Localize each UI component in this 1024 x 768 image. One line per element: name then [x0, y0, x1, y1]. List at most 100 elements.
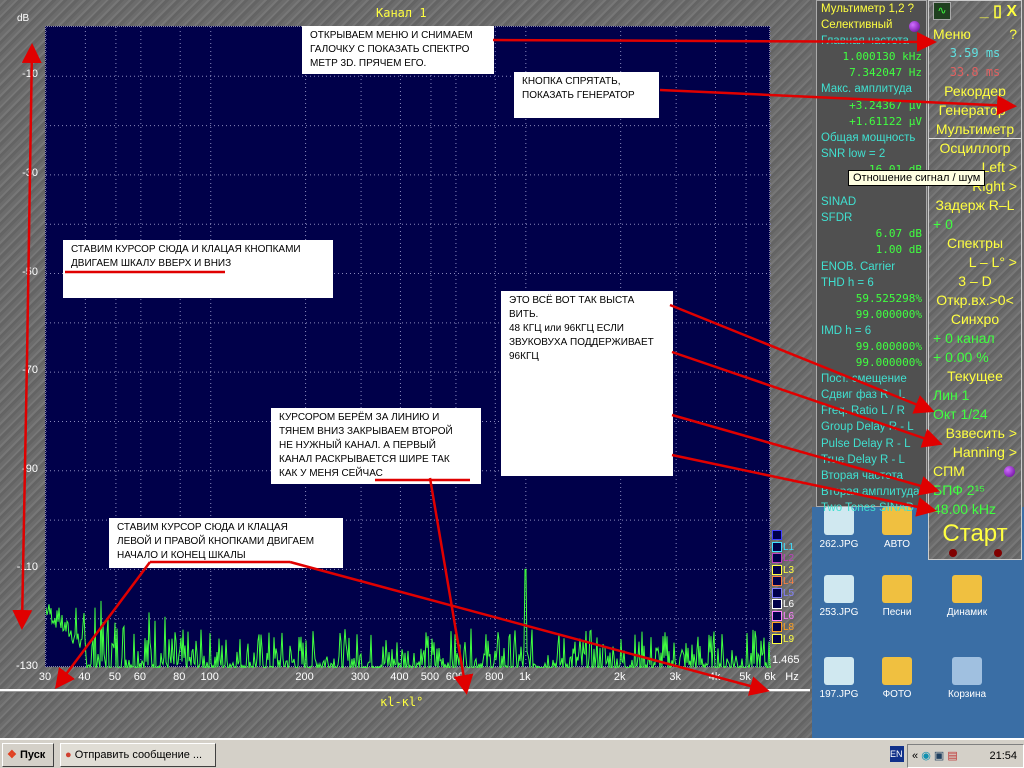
multimeter-row[interactable]: Макс. амплитуда: [817, 81, 926, 97]
legend-item[interactable]: L6: [772, 610, 794, 622]
multimeter-row[interactable]: THD h = 6: [817, 275, 926, 291]
control-item[interactable]: Текущее: [929, 367, 1021, 386]
control-item[interactable]: + 0.00 %: [929, 348, 1021, 367]
legend-box[interactable]: [772, 553, 782, 563]
x-tick-label[interactable]: 4k: [709, 671, 721, 683]
control-item[interactable]: Hanning >: [929, 443, 1021, 462]
x-tick-label[interactable]: 100: [201, 671, 219, 683]
channel-splitter[interactable]: [0, 689, 810, 692]
selective-indicator-icon[interactable]: [909, 21, 920, 33]
x-tick-label[interactable]: 2k: [614, 671, 626, 683]
x-tick-label[interactable]: 1k: [519, 671, 531, 683]
y-tick-label[interactable]: -50: [0, 266, 38, 278]
legend-item[interactable]: L8: [772, 622, 794, 633]
tray-app-icon[interactable]: ◉: [921, 750, 931, 762]
flag-icon[interactable]: ▤: [947, 750, 957, 762]
control-item[interactable]: Синхро: [929, 310, 1021, 329]
control-item[interactable]: Откр.вх.>0<: [929, 291, 1021, 310]
y-tick-label[interactable]: -110: [0, 561, 38, 573]
legend-item[interactable]: L2: [772, 553, 794, 564]
control-item[interactable]: + 0 канал: [929, 329, 1021, 348]
desktop-icon[interactable]: Корзина: [932, 657, 1002, 700]
window-buttons[interactable]: _ ▯ X: [980, 2, 1017, 21]
legend-item[interactable]: [772, 530, 783, 541]
x-tick-label[interactable]: 800: [485, 671, 503, 683]
control-item[interactable]: Генератор°: [929, 101, 1021, 120]
legend-item[interactable]: L9: [772, 633, 794, 645]
x-tick-label[interactable]: 50: [109, 671, 121, 683]
x-tick-label[interactable]: 500: [421, 671, 439, 683]
taskbar-item-browser[interactable]: ● Отправить сообщение ...: [60, 743, 216, 767]
multimeter-row[interactable]: Главная частота: [817, 33, 926, 49]
y-tick-label[interactable]: -70: [0, 364, 38, 376]
multimeter-row[interactable]: SFDR: [817, 210, 926, 226]
multimeter-row[interactable]: SINAD: [817, 194, 926, 210]
legend-item[interactable]: L6: [772, 599, 794, 610]
x-tick-label[interactable]: 30: [39, 671, 51, 683]
x-tick-label[interactable]: 5k: [739, 671, 751, 683]
multimeter-row[interactable]: ENOB. Carrier: [817, 259, 926, 275]
control-item[interactable]: Мультиметр: [929, 120, 1021, 139]
multimeter-row[interactable]: Общая мощность: [817, 130, 926, 146]
control-item[interactable]: Задерж R–L: [929, 196, 1021, 215]
x-tick-label[interactable]: 80: [173, 671, 185, 683]
control-item[interactable]: СПМ: [929, 462, 1021, 481]
menu-button[interactable]: Меню?: [929, 25, 1021, 44]
x-tick-label[interactable]: 400: [390, 671, 408, 683]
y-tick-label[interactable]: -90: [0, 463, 38, 475]
multimeter-row[interactable]: Пост. смещение: [817, 371, 926, 387]
x-tick-label[interactable]: 300: [351, 671, 369, 683]
desktop-icon[interactable]: Динамик: [932, 575, 1002, 618]
legend-item[interactable]: L1: [772, 541, 794, 553]
control-item[interactable]: Окт 1/24: [929, 405, 1021, 424]
legend-box[interactable]: [772, 576, 782, 586]
control-item[interactable]: БПФ 2¹⁵: [929, 481, 1021, 500]
psd-indicator-icon[interactable]: [1004, 466, 1015, 477]
legend-item[interactable]: L5: [772, 587, 794, 599]
control-item[interactable]: Лин 1: [929, 386, 1021, 405]
legend-box[interactable]: [772, 633, 782, 644]
x-tick-label[interactable]: 3k: [669, 671, 681, 683]
start-button[interactable]: Старт: [929, 519, 1021, 549]
control-item[interactable]: L – L° >: [929, 253, 1021, 272]
multimeter-row[interactable]: Сдвиг фаз R - L: [817, 387, 926, 403]
legend-box[interactable]: [772, 622, 782, 632]
legend-item[interactable]: L4: [772, 576, 794, 587]
desktop-icon[interactable]: ФОТО: [862, 657, 932, 700]
multimeter-row[interactable]: Group Delay R - L: [817, 419, 926, 435]
x-tick-label[interactable]: 6k: [764, 671, 776, 683]
control-item[interactable]: Осциллогр: [929, 139, 1021, 158]
legend-box[interactable]: [772, 599, 782, 609]
legend-item[interactable]: L3: [772, 564, 794, 576]
multimeter-row[interactable]: True Delay R - L: [817, 452, 926, 468]
control-item[interactable]: + 0: [929, 215, 1021, 234]
legend-box[interactable]: [772, 530, 782, 540]
multimeter-row[interactable]: Freq. Ratio L / R: [817, 403, 926, 419]
x-tick-label[interactable]: 40: [78, 671, 90, 683]
multimeter-row[interactable]: SNR low = 2: [817, 146, 926, 162]
control-item[interactable]: 48.00 kHz: [929, 500, 1021, 519]
y-tick-label[interactable]: -30: [0, 167, 38, 179]
x-tick-label[interactable]: 600: [446, 671, 464, 683]
multimeter-row[interactable]: Вторая частота: [817, 468, 926, 484]
control-item[interactable]: Взвесить >: [929, 424, 1021, 443]
y-tick-label[interactable]: -10: [0, 68, 38, 80]
multimeter-row[interactable]: IMD h = 6: [817, 323, 926, 339]
control-item[interactable]: Спектры: [929, 234, 1021, 253]
legend-box[interactable]: [772, 610, 782, 621]
legend-box[interactable]: [772, 541, 782, 552]
multimeter-row[interactable]: Вторая амплитуда: [817, 484, 926, 500]
tray-expand-icon[interactable]: «: [912, 750, 918, 762]
y-tick-label[interactable]: -130: [0, 660, 38, 672]
legend-box[interactable]: [772, 564, 782, 575]
start-menu-button[interactable]: ❖ Пуск: [2, 743, 54, 767]
control-item[interactable]: Рекордер: [929, 82, 1021, 101]
multimeter-row[interactable]: Two Tones SINAD: [817, 500, 926, 516]
control-item[interactable]: 3 – D: [929, 272, 1021, 291]
desktop-icon[interactable]: Песни: [862, 575, 932, 618]
network-icon[interactable]: ▣: [934, 750, 944, 762]
language-indicator[interactable]: EN: [890, 746, 904, 762]
legend-box[interactable]: [772, 587, 782, 598]
help-button[interactable]: ?: [1009, 25, 1017, 44]
multimeter-row[interactable]: Pulse Delay R - L: [817, 436, 926, 452]
